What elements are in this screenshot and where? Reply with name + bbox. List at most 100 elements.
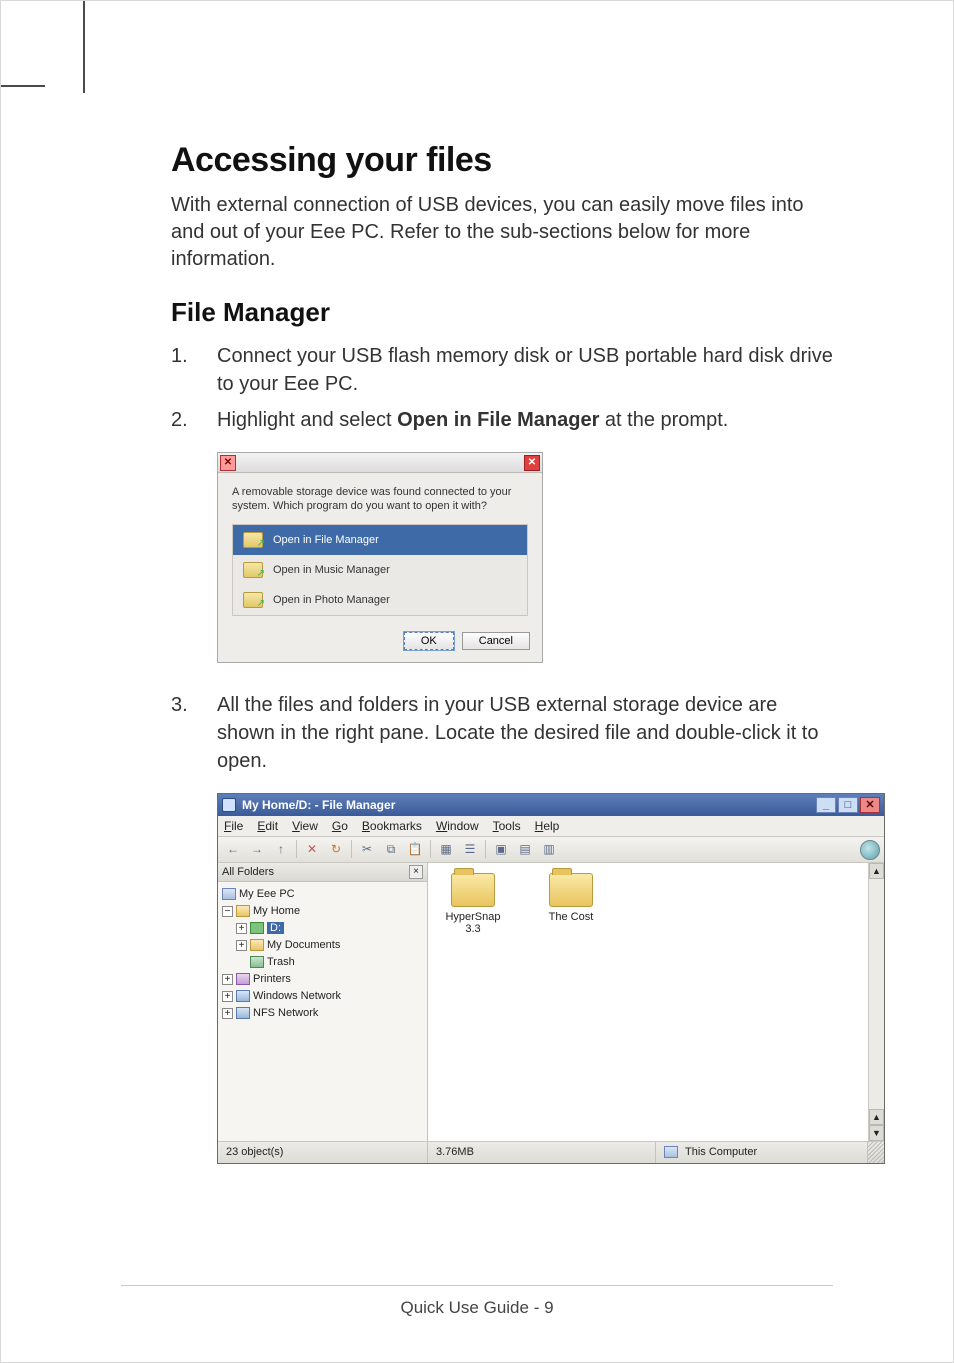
delete-button[interactable]: ✕ bbox=[303, 840, 321, 858]
folder-icon bbox=[451, 873, 495, 907]
step-text-post: at the prompt. bbox=[599, 409, 728, 431]
app-icon bbox=[222, 798, 236, 812]
close-button[interactable]: ✕ bbox=[860, 797, 880, 813]
scroll-up-small-button[interactable]: ▲ bbox=[869, 1109, 884, 1125]
toolbar-separator bbox=[485, 840, 486, 858]
home-icon bbox=[236, 905, 250, 917]
computer-icon bbox=[664, 1146, 678, 1158]
tree-node-printers[interactable]: +Printers bbox=[222, 971, 423, 988]
tree-node-my-documents[interactable]: +My Documents bbox=[222, 937, 423, 954]
tree-node-nfs-network[interactable]: +NFS Network bbox=[222, 1005, 423, 1022]
paste-button[interactable]: 📋 bbox=[406, 840, 424, 858]
reload-button[interactable]: ↻ bbox=[327, 840, 345, 858]
vertical-scrollbar[interactable]: ▲ ▲ ▼ bbox=[868, 863, 884, 1141]
folder-item[interactable]: The Cost bbox=[536, 873, 606, 923]
view-icons-button[interactable]: ▦ bbox=[437, 840, 455, 858]
status-size: 3.76MB bbox=[428, 1142, 656, 1163]
crop-mark-horizontal bbox=[1, 85, 45, 87]
step-number: 3. bbox=[171, 691, 217, 775]
folder-item[interactable]: HyperSnap 3.3 bbox=[438, 873, 508, 935]
ok-button[interactable]: OK bbox=[404, 632, 454, 650]
menu-edit[interactable]: Edit bbox=[257, 819, 278, 833]
copy-button[interactable]: ⧉ bbox=[382, 840, 400, 858]
step-text-bold: Open in File Manager bbox=[397, 409, 599, 431]
status-objects: 23 object(s) bbox=[218, 1142, 428, 1163]
step-number: 2. bbox=[171, 406, 217, 434]
folder-icon bbox=[243, 592, 263, 608]
option-open-music-manager[interactable]: Open in Music Manager bbox=[233, 555, 527, 585]
tree-node-drive-d[interactable]: +D: bbox=[222, 920, 423, 937]
close-button[interactable]: ✕ bbox=[524, 455, 540, 471]
window-titlebar: My Home/D: - File Manager _ □ ✕ bbox=[218, 794, 884, 816]
expand-toggle[interactable]: + bbox=[222, 1008, 233, 1019]
menu-file[interactable]: File bbox=[224, 819, 243, 833]
network-icon bbox=[236, 990, 250, 1002]
menu-bar: File Edit View Go Bookmarks Window Tools… bbox=[218, 816, 884, 837]
footer-rule bbox=[121, 1285, 833, 1286]
crop-mark-vertical bbox=[83, 1, 85, 93]
toolbar-separator bbox=[351, 840, 352, 858]
device-prompt-dialog: ✕ ✕ A removable storage device was found… bbox=[217, 452, 543, 663]
tree-close-button[interactable]: × bbox=[409, 865, 423, 879]
status-bar: 23 object(s) 3.76MB This Computer bbox=[218, 1141, 884, 1163]
intro-paragraph: With external connection of USB devices,… bbox=[171, 192, 833, 273]
view-small-button[interactable]: ▤ bbox=[516, 840, 534, 858]
option-label: Open in File Manager bbox=[273, 534, 379, 546]
page-footer: Quick Use Guide - 9 bbox=[1, 1298, 953, 1318]
file-list-pane[interactable]: HyperSnap 3.3 The Cost ▲ ▲ ▼ bbox=[428, 863, 884, 1141]
step-text: Highlight and select Open in File Manage… bbox=[217, 406, 833, 434]
item-label: 3.3 bbox=[438, 923, 508, 935]
tree-node-eee-pc[interactable]: My Eee PC bbox=[222, 886, 423, 903]
forward-button[interactable]: → bbox=[248, 840, 266, 858]
menu-help[interactable]: Help bbox=[535, 819, 560, 833]
toolbar-separator bbox=[430, 840, 431, 858]
collapse-toggle[interactable]: − bbox=[222, 906, 233, 917]
file-manager-window: My Home/D: - File Manager _ □ ✕ File Edi… bbox=[217, 793, 885, 1164]
option-label: Open in Music Manager bbox=[273, 564, 390, 576]
status-location: This Computer bbox=[656, 1142, 868, 1163]
throbber-icon bbox=[860, 840, 880, 860]
printers-icon bbox=[236, 973, 250, 985]
toolbar-separator bbox=[296, 840, 297, 858]
tree-node-trash[interactable]: Trash bbox=[222, 954, 423, 971]
expand-toggle[interactable]: + bbox=[236, 923, 247, 934]
scroll-down-button[interactable]: ▼ bbox=[869, 1125, 884, 1141]
menu-bookmarks[interactable]: Bookmarks bbox=[362, 819, 422, 833]
view-list-button[interactable]: ☰ bbox=[461, 840, 479, 858]
item-label: HyperSnap bbox=[438, 911, 508, 923]
resize-grip[interactable] bbox=[868, 1142, 884, 1163]
scroll-track[interactable] bbox=[869, 879, 884, 1109]
step-number: 1. bbox=[171, 342, 217, 398]
option-label: Open in Photo Manager bbox=[273, 594, 390, 606]
menu-tools[interactable]: Tools bbox=[493, 819, 521, 833]
titlebar-icon: ✕ bbox=[220, 455, 236, 471]
maximize-button[interactable]: □ bbox=[838, 797, 858, 813]
expand-toggle[interactable]: + bbox=[222, 974, 233, 985]
folder-icon bbox=[250, 939, 264, 951]
expand-toggle[interactable]: + bbox=[236, 940, 247, 951]
up-button[interactable]: ↑ bbox=[272, 840, 290, 858]
step-text-pre: Highlight and select bbox=[217, 409, 397, 431]
dialog-titlebar: ✕ ✕ bbox=[218, 453, 542, 473]
menu-window[interactable]: Window bbox=[436, 819, 479, 833]
toolbar: ← → ↑ ✕ ↻ ✂ ⧉ 📋 ▦ ☰ ▣ ▤ ▥ bbox=[218, 837, 884, 863]
back-button[interactable]: ← bbox=[224, 840, 242, 858]
window-title: My Home/D: - File Manager bbox=[242, 798, 395, 812]
expand-toggle[interactable]: + bbox=[222, 991, 233, 1002]
cancel-button[interactable]: Cancel bbox=[462, 632, 530, 650]
cut-button[interactable]: ✂ bbox=[358, 840, 376, 858]
menu-view[interactable]: View bbox=[292, 819, 318, 833]
tree-node-windows-network[interactable]: +Windows Network bbox=[222, 988, 423, 1005]
tree-header-label: All Folders bbox=[222, 866, 274, 878]
drive-icon bbox=[250, 922, 264, 934]
option-open-photo-manager[interactable]: Open in Photo Manager bbox=[233, 585, 527, 615]
menu-go[interactable]: Go bbox=[332, 819, 348, 833]
folder-icon bbox=[243, 532, 263, 548]
folder-icon bbox=[243, 562, 263, 578]
scroll-up-button[interactable]: ▲ bbox=[869, 863, 884, 879]
minimize-button[interactable]: _ bbox=[816, 797, 836, 813]
view-details-button[interactable]: ▥ bbox=[540, 840, 558, 858]
option-open-file-manager[interactable]: Open in File Manager bbox=[233, 525, 527, 555]
tree-node-my-home[interactable]: −My Home bbox=[222, 903, 423, 920]
view-large-button[interactable]: ▣ bbox=[492, 840, 510, 858]
